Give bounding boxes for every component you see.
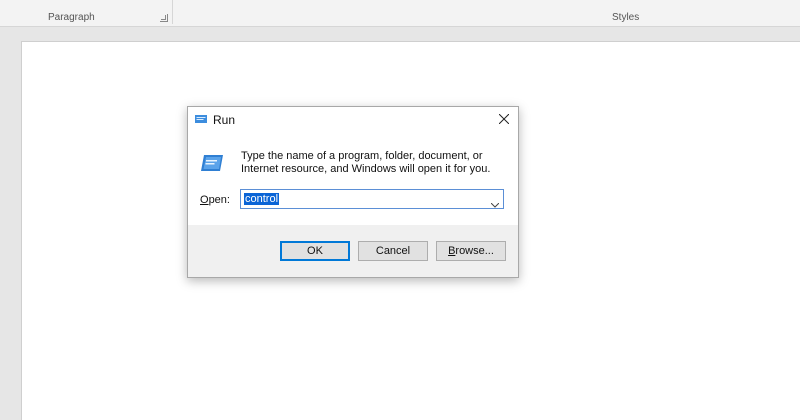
open-label-text: pen: [208, 194, 230, 206]
dialog-titlebar[interactable]: Run [188, 107, 518, 132]
ok-button[interactable]: OK [280, 241, 350, 261]
close-icon [499, 114, 509, 124]
open-combobox[interactable]: control [240, 189, 504, 209]
dialog-button-bar: OK Cancel Browse... [188, 225, 518, 277]
styles-group-label: Styles [612, 12, 640, 23]
paragraph-group-label: Paragraph [48, 12, 95, 23]
open-label: Open: [200, 194, 230, 206]
browse-button[interactable]: Browse... [436, 241, 506, 261]
dialog-description: Type the name of a program, folder, docu… [241, 150, 491, 175]
cancel-button[interactable]: Cancel [358, 241, 428, 261]
chevron-down-icon[interactable] [490, 197, 500, 211]
open-input-value[interactable]: control [244, 193, 280, 205]
ribbon-strip: Paragraph Styles [0, 0, 800, 27]
ribbon-divider [172, 0, 173, 24]
open-label-mnemonic: O [200, 194, 209, 206]
run-icon [195, 113, 207, 123]
run-dialog: Run Type the name of a program, folder, … [187, 106, 519, 278]
close-button[interactable] [490, 107, 518, 132]
browse-label: rowse... [455, 245, 494, 257]
run-icon [201, 154, 223, 172]
dialog-title: Run [213, 113, 236, 127]
dialog-launcher-icon[interactable] [160, 14, 168, 22]
